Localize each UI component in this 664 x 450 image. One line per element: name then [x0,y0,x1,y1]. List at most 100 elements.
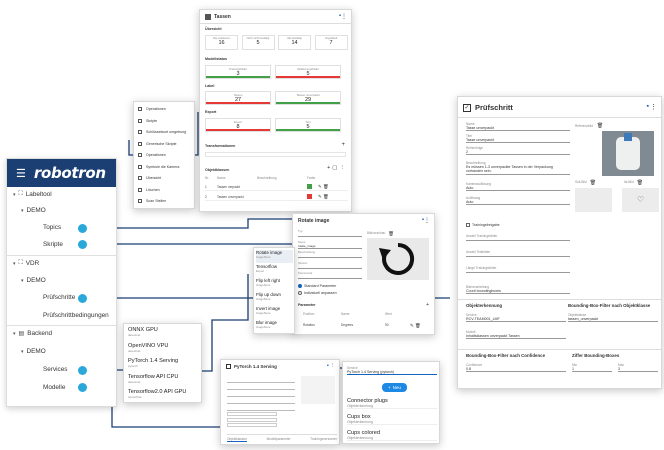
folder-icon [205,14,211,20]
sidebar-item-pruefschritte[interactable]: Prüfschritte [43,294,75,301]
model-item[interactable]: Connector plugs Objekterkennung [347,398,437,409]
sidebar-sub-demo-1[interactable]: ▾ DEMO [21,207,46,214]
rotate-field[interactable]: Typ [298,229,362,237]
service-select[interactable]: Service PyTorch 1.4 Serving (pytorch) [347,366,437,376]
add-icon[interactable]: + [341,142,345,148]
menu-item[interactable]: Löschen [138,188,194,192]
service-item[interactable]: PyTorch 1.4 Serving pytorch [128,358,200,368]
sidebar-section-labeltool[interactable]: ▾ ⛶ Labeltool [13,191,52,198]
soll-image [575,188,612,212]
sidebar-item-topics[interactable]: Topics [43,224,61,231]
tab-objektklassen[interactable]: Objektklassen [227,437,248,442]
form-field[interactable]: Titel Tasse unverpackt [466,134,570,144]
objects-header: Nr. Name Beschreibung Farbe [205,176,316,180]
number-field[interactable]: Länge Trainingsbilder [466,266,570,273]
service-item[interactable]: Tensorflow API CPU detectnet [128,374,200,384]
sidebar-item-modelle[interactable]: Modelle [43,384,65,391]
operation-item[interactable]: Blur image ImageStore [256,320,293,333]
radio-custom[interactable]: Individuell anpassen [298,291,337,296]
params-row[interactable]: Rotation Degrees 90 ✎ 🗑 [303,323,428,329]
more-icon[interactable]: ⋮ [650,103,657,111]
number-field[interactable]: Anzahl Testbilder [466,250,570,257]
more-icon[interactable]: ⋮ [424,217,430,224]
objects-actions[interactable]: +▢⋮ [327,165,347,171]
rotate-field[interactable]: Beschreibung [298,250,362,258]
sidebar-sub-demo-3[interactable]: ▾ DEMO [21,348,46,355]
table-row[interactable]: 2 Tassen unverpackt ✎ 🗑 [205,193,348,201]
sidebar-sub-demo-2[interactable]: ▾ DEMO [21,277,46,284]
obj-field[interactable]: Modell Inhaltsklassen unverpackt Tassen [466,330,566,340]
metric-box: Test 5 [275,118,341,132]
form-field[interactable]: Reihenfolge 2 [466,146,570,156]
frame-icon: ⛶ [18,191,23,197]
number-field[interactable]: Anzahl Trainingsbilder [466,234,570,241]
bb-class-field[interactable]: Objektklasse tassen_unverpackt [568,313,658,323]
table-row[interactable]: 1 Tassen verpackt ✎ 🗑 [205,183,348,191]
sidebar-section-vdr[interactable]: ▾ ⛶ VDR [13,260,39,267]
service-item[interactable]: ONNX GPU detectnet [128,327,200,337]
confidence-field[interactable]: Confidence 0.8 [466,363,566,373]
model-item[interactable]: Cups box Objekterkennung [347,414,437,425]
form-field[interactable]: Name Tasse unverpackt [466,122,570,132]
max-field[interactable]: Max 3 [618,363,658,373]
add-icon[interactable]: + [426,302,429,308]
operation-item[interactable]: Invert image ImageStore [256,306,293,319]
save-icon[interactable]: ▪ [647,103,649,110]
metric-box: Trainingsbilder 3 [205,65,271,79]
sidebar-item-services[interactable]: Services [43,366,68,373]
divider [7,255,116,256]
stat-box: Noch nicht bestätigt 5 [241,35,275,50]
delete-icon[interactable]: 🗑 [388,231,394,237]
model-item[interactable]: Cups colored Objekterkennung [347,430,437,441]
radio-standard[interactable]: Standard Parameter [298,284,336,289]
menu-item[interactable]: Schlüsselwort umgebung [138,130,194,135]
menu-item[interactable]: Generische Skripte [138,142,194,146]
rotate-field[interactable]: Version [298,261,362,269]
models-card: Service PyTorch 1.4 Serving (pytorch) + … [342,361,440,444]
pytorch-title: PyTorch 1.4 Serving [234,364,277,369]
service-item[interactable]: OpenVINO VPU detectnet [128,343,200,353]
menu-icon[interactable]: ☰ [16,167,26,180]
status-bar [276,129,340,131]
edit-icon[interactable]: ✎ 🗑 [318,184,329,190]
form-field[interactable]: Beschreibung Es müssen 1-3 unverpackte Ta… [466,161,570,175]
form-field[interactable]: Auflösung Auto [466,196,570,206]
menu-item[interactable]: Operationen [138,107,194,112]
delete-icon[interactable]: 🗑 [637,180,643,186]
min-field[interactable]: Min 1 [572,363,612,373]
training-checkbox[interactable]: Trainingsfreigabe [466,223,500,228]
edit-icon[interactable]: ✎ 🗑 [318,194,329,200]
more-icon[interactable]: ⋮ [341,13,347,20]
tab-modellparameter[interactable]: Modellparameter [267,437,291,442]
more-icon[interactable]: ⋮ [330,363,336,369]
caret-down-icon: ▾ [13,260,16,267]
operation-item[interactable]: Flip left right ImageStore [256,278,293,291]
tab-trainingsversionen[interactable]: Trainingsversionen [310,437,337,442]
edit-icon[interactable]: ✎ 🗑 [410,323,421,329]
menu-item[interactable]: Operationen [138,153,194,158]
rotate-field[interactable]: Name rotate_image [298,240,362,249]
processing-select[interactable]: Bildverarbeitung Count boundingboxes [466,285,570,295]
obj-field[interactable]: Service RCV-TEAM001_LMF [466,313,566,323]
sidebar-section-backend[interactable]: ▾ ▤ Backend [13,330,52,337]
operation-item[interactable]: Rotate image ImageStore [256,250,293,263]
services-list: ONNX GPU detectnet OpenVINO VPU detectnet Py… [123,323,202,403]
sidebar-item-skripte[interactable]: Skripte [43,241,63,248]
form-field[interactable]: Kameraauflösung Auto [466,182,570,192]
service-item[interactable]: Tensorflow2.0 API GPU tensorflow [128,389,200,399]
sidebar: ☰ robotron ▾ ⛶ Labeltool ▾ DEMO Topics S… [6,158,117,407]
operation-item[interactable]: Flip up down ImageStore [256,292,293,305]
new-button[interactable]: + Neu [382,383,407,392]
menu-item[interactable]: Scan Stellen [138,199,194,204]
rotate-field[interactable]: Kommentar [298,271,362,279]
menu-item[interactable]: Übersicht [138,176,194,181]
delete-icon[interactable]: 🗑 [590,180,596,186]
delete-icon[interactable]: 🗑 [597,123,603,129]
sidebar-item-pruefschrittbedingungen[interactable]: Prüfschrittbedingungen [43,312,109,319]
connector-dot [78,366,87,375]
menu-item[interactable]: Symbole die Kamera [138,165,194,169]
soll-label: Soll-Bild 🗑 [575,180,597,186]
operation-item[interactable]: Tensorflow Export [256,264,293,277]
caret-down-icon: ▾ [21,207,24,214]
menu-item[interactable]: Skripte [138,119,194,123]
